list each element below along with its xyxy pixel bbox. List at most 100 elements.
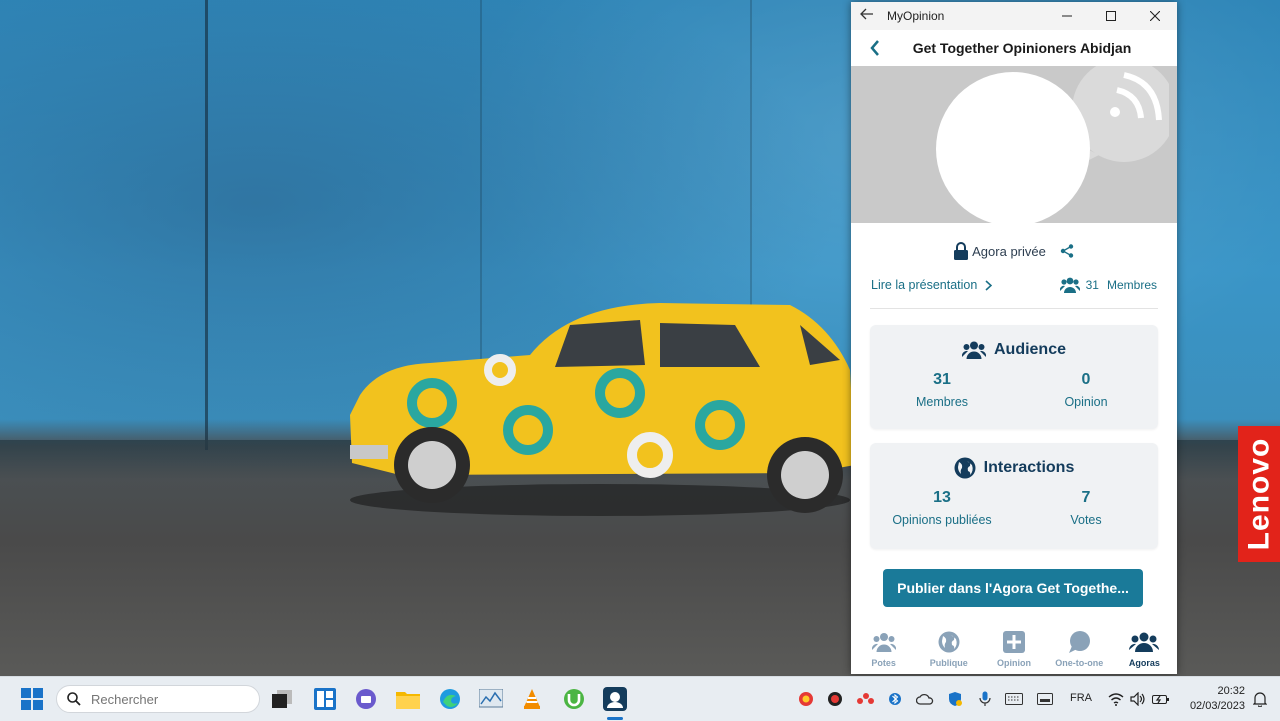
- monitor-app-button[interactable]: [477, 685, 505, 713]
- window-back-button[interactable]: [851, 7, 883, 26]
- utorrent-icon: [564, 689, 584, 709]
- display-tray[interactable]: [1036, 690, 1054, 708]
- widgets-icon: [314, 688, 336, 710]
- audience-members-stat: 31 Membres: [870, 371, 1014, 409]
- task-view-icon: [272, 690, 292, 708]
- nav-label-opinion: Opinion: [997, 658, 1031, 668]
- friends-icon: [871, 630, 896, 654]
- nav-label-agoras: Agoras: [1128, 658, 1160, 668]
- window-titlebar: MyOpinion: [851, 2, 1177, 30]
- lenovo-badge-text: Lenovo: [1242, 437, 1276, 551]
- maximize-button[interactable]: [1089, 2, 1133, 30]
- tray-app-icon[interactable]: [797, 690, 815, 708]
- nav-item-opinion[interactable]: Opinion: [981, 626, 1046, 674]
- task-view-button[interactable]: [268, 685, 296, 713]
- security-tray[interactable]: [946, 690, 964, 708]
- input-language[interactable]: FRA: [1070, 692, 1092, 704]
- globe-icon: [954, 457, 976, 479]
- myopinion-taskbar-button[interactable]: [601, 685, 629, 713]
- microphone-icon: [979, 691, 991, 706]
- widgets-button[interactable]: [311, 685, 339, 713]
- keyboard-tray[interactable]: [1005, 690, 1023, 708]
- members-info[interactable]: 31 Membres: [1059, 277, 1157, 293]
- wifi-tray[interactable]: [1107, 690, 1125, 708]
- edge-browser-button[interactable]: [436, 685, 464, 713]
- publish-in-agora-button[interactable]: Publier dans l'Agora Get Togethe...: [883, 569, 1143, 607]
- chevron-left-icon: [870, 40, 879, 56]
- audience-opinion-label: Opinion: [1064, 395, 1108, 409]
- interactions-title: Interactions: [983, 459, 1075, 476]
- keyboard-icon: [1005, 693, 1023, 705]
- published-opinions-value: 13: [933, 489, 951, 506]
- onedrive-tray[interactable]: [916, 690, 934, 708]
- bluetooth-icon: [889, 693, 901, 705]
- audience-group-icon: [961, 341, 986, 359]
- members-label: Membres: [1106, 278, 1157, 292]
- minimize-button[interactable]: [1045, 2, 1089, 30]
- audience-members-label: Membres: [915, 395, 969, 409]
- notification-center[interactable]: [1251, 690, 1269, 708]
- microphone-tray[interactable]: [976, 690, 994, 708]
- published-opinions-stat: 13 Opinions publiées: [870, 489, 1014, 527]
- taskbar-clock[interactable]: 20:32 02/03/2023: [1183, 684, 1245, 714]
- bell-icon: [1253, 692, 1267, 707]
- volume-tray[interactable]: [1129, 690, 1147, 708]
- bottom-navigation: Potes Publique Opinion One-to-one Agoras: [851, 626, 1177, 674]
- search-input[interactable]: [89, 690, 243, 708]
- agora-avatar: [936, 72, 1090, 223]
- nav-label-publique: Publique: [929, 658, 968, 668]
- chat-icon: [356, 689, 376, 709]
- votes-stat: 7 Votes: [1014, 489, 1158, 527]
- teams-chat-button[interactable]: [352, 685, 380, 713]
- share-button[interactable]: [1060, 244, 1074, 258]
- agora-cover: [851, 66, 1177, 223]
- vlc-button[interactable]: [518, 685, 546, 713]
- globe-icon: [938, 630, 960, 654]
- start-button[interactable]: [18, 685, 46, 713]
- nav-item-publique[interactable]: Publique: [916, 626, 981, 674]
- nav-item-agoras[interactable]: Agoras: [1112, 626, 1177, 674]
- votes-label: Votes: [1070, 513, 1102, 527]
- audience-opinion-value: 0: [1081, 371, 1091, 388]
- utorrent-button[interactable]: [560, 685, 588, 713]
- wifi-icon: [1108, 693, 1124, 706]
- arrow-left-icon: [860, 8, 873, 19]
- chevron-right-icon: [985, 279, 993, 291]
- page-header: Get Together Opinioners Abidjan: [851, 30, 1177, 66]
- audience-opinion-stat: 0 Opinion: [1014, 371, 1158, 409]
- windows-logo-icon: [21, 688, 43, 710]
- yellow-car-image: [350, 303, 855, 516]
- nav-label-potes: Potes: [871, 658, 896, 668]
- shield-icon: [949, 692, 962, 706]
- tray-record-icon[interactable]: [826, 690, 844, 708]
- nav-label-one-to-one: One-to-one: [1055, 658, 1104, 668]
- bluetooth-tray[interactable]: [886, 690, 904, 708]
- minimize-icon: [1062, 15, 1072, 17]
- lenovo-badge: Lenovo: [1238, 426, 1280, 562]
- clock-date: 02/03/2023: [1189, 700, 1245, 712]
- window-title: MyOpinion: [887, 9, 945, 23]
- edge-icon: [440, 689, 460, 709]
- privacy-label: Agora privée: [972, 243, 1046, 259]
- battery-tray[interactable]: [1152, 690, 1170, 708]
- close-button[interactable]: [1133, 2, 1177, 30]
- read-presentation-link[interactable]: Lire la présentation: [871, 278, 993, 292]
- file-explorer-button[interactable]: [394, 685, 422, 713]
- record-icon: [828, 692, 842, 706]
- page-title: Get Together Opinioners Abidjan: [912, 40, 1132, 56]
- chart-monitor-icon: [479, 689, 503, 708]
- taskbar-search[interactable]: [56, 685, 260, 713]
- published-opinions-label: Opinions publiées: [892, 513, 992, 527]
- nav-item-one-to-one[interactable]: One-to-one: [1047, 626, 1112, 674]
- windows-taskbar: FRA 20:32 02/03/2023: [0, 676, 1280, 721]
- interactions-card: Interactions 13 Opinions publiées 7 Vote…: [870, 443, 1158, 549]
- tray-dots-icon[interactable]: [856, 690, 874, 708]
- read-presentation-label: Lire la présentation: [871, 278, 978, 292]
- myopinion-window: MyOpinion Get Together Opinioners Abidja…: [851, 2, 1177, 674]
- nav-item-potes[interactable]: Potes: [851, 626, 916, 674]
- folder-icon: [396, 692, 420, 709]
- audience-members-value: 31: [933, 371, 951, 388]
- myopinion-app-icon: [603, 687, 627, 711]
- header-back-button[interactable]: [865, 36, 885, 60]
- search-icon: [67, 692, 81, 706]
